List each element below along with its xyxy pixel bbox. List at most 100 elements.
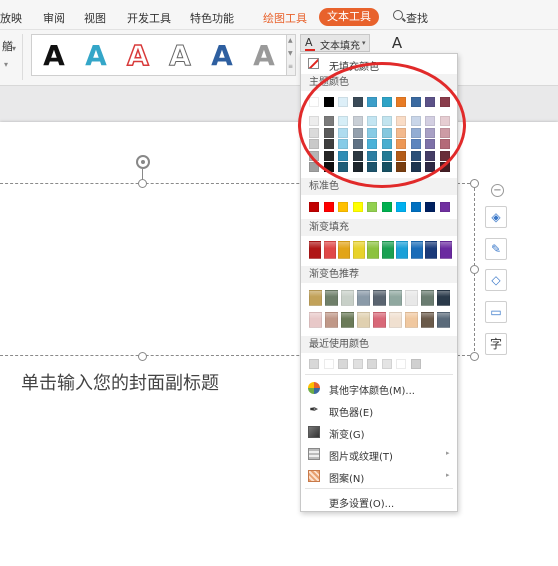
menu-item-label: 图片或纹理(T) [329,452,393,463]
gradient-recommend-swatch[interactable] [309,290,322,306]
gradient-fill-swatch[interactable] [425,241,437,259]
gradient-recommend-swatch[interactable] [389,312,402,328]
gradient-recommend-title: 渐变色推荐 [301,266,457,283]
text-outline-icon[interactable]: A [387,34,407,52]
recent-color-swatch[interactable] [338,359,348,369]
standard-color-swatch[interactable] [338,202,348,212]
gallery-scroll[interactable]: ▲ ▼ ≡ [287,34,296,76]
recent-color-swatch[interactable] [381,359,392,369]
menu-slideshow[interactable]: 放映 [0,10,22,26]
standard-color-swatch[interactable] [367,202,377,212]
gradient-fill-swatch[interactable] [396,241,408,259]
recent-color-swatch[interactable] [309,359,319,369]
more-settings-item[interactable]: 更多设置(O)... [301,490,457,512]
recent-colors-title: 最近使用颜色 [301,336,457,353]
gradient-fill-swatch[interactable] [381,241,394,259]
menu-text-tools-tab[interactable]: 文本工具 [319,8,379,26]
art-style-solid-teal[interactable]: A [80,40,112,72]
standard-color-swatch[interactable] [410,202,421,212]
gradient-recommend-swatch[interactable] [357,290,370,306]
search-icon[interactable] [393,10,403,20]
resize-handle-top[interactable] [138,179,147,188]
standard-color-swatch[interactable] [425,202,435,212]
standard-color-swatch[interactable] [323,202,334,212]
menu-developer-tools[interactable]: 开发工具 [127,10,171,26]
menu-view[interactable]: 视图 [84,10,106,26]
chevron-down-icon[interactable]: ▼ [288,50,293,57]
gradient-recommend-swatch[interactable] [341,312,354,328]
gradient-recommend-swatch[interactable] [437,290,450,306]
recent-color-swatch[interactable] [323,359,334,369]
annotation-circle [298,62,466,188]
picture-icon [308,448,320,460]
expand-icon[interactable]: ≡ [288,63,293,70]
menu-divider [305,374,453,375]
rotate-handle-icon[interactable] [136,155,150,169]
resize-handle-bottom[interactable] [138,352,147,361]
recent-color-swatch[interactable] [396,359,406,369]
recent-color-swatch[interactable] [367,359,377,369]
gradient-fill-swatch[interactable] [352,241,365,259]
gradient-recommend-swatch[interactable] [421,290,434,306]
resize-handle-right[interactable] [470,265,479,274]
gradient-recommend-swatch[interactable] [325,312,338,328]
standard-color-swatch[interactable] [396,202,406,212]
collapse-toolbar-icon[interactable]: − [491,184,504,197]
menu-item-label: 渐变(G) [329,430,365,441]
resize-handle-top-right[interactable] [470,179,479,188]
gradient-fill-swatch[interactable] [309,241,321,259]
gradient-recommend-swatch[interactable] [389,290,402,306]
gradient-recommend-swatch[interactable] [373,312,386,328]
gradient-fill-swatch[interactable] [338,241,350,259]
gradient-recommend-swatch[interactable] [341,290,354,306]
eyedropper-item[interactable]: ✒ 取色器(E) [301,399,457,421]
subtitle-placeholder[interactable]: 单击输入您的封面副标题 [21,369,219,395]
gradient-fill-title: 渐变填充 [301,219,457,236]
menu-review[interactable]: 审阅 [43,10,65,26]
fill-bucket-icon[interactable]: ◇ [485,269,507,291]
menu-special-features[interactable]: 特色功能 [190,10,234,26]
gradient-recommend-swatch[interactable] [405,290,418,306]
art-style-gradient-gray[interactable]: A [248,40,280,72]
outline-icon[interactable]: ▭ [485,301,507,323]
text-character-icon[interactable]: 字 [485,333,507,355]
art-style-solid-blue[interactable]: A [206,40,238,72]
chevron-up-icon[interactable]: ▲ [288,37,293,44]
menu-drawing-tools[interactable]: 绘图工具 [263,10,307,26]
chevron-down-icon[interactable]: ▾ [362,39,366,47]
standard-color-swatch[interactable] [439,202,450,212]
gradient-fill-swatch[interactable] [367,241,379,259]
gradient-recommend-swatch[interactable] [373,290,386,306]
recent-color-swatch[interactable] [410,359,421,369]
pattern-item[interactable]: 图案(N) ▸ [301,465,457,487]
eyedropper-icon: ✒ [309,403,319,416]
menu-item-label: 图案(N) [329,474,365,485]
gradient-recommend-swatch[interactable] [357,312,370,328]
gradient-fill-swatch[interactable] [323,241,336,259]
layers-icon[interactable]: ◈ [485,206,507,228]
resize-handle-bottom-right[interactable] [470,352,479,361]
menu-search[interactable]: 查找 [406,10,428,26]
gradient-recommend-swatch[interactable] [325,290,338,306]
chevron-down-icon[interactable]: ▾ [4,60,8,69]
gradient-recommend-swatch[interactable] [405,312,418,328]
pen-icon[interactable]: ✎ [485,238,507,260]
menu-bar: 放映 审阅 视图 开发工具 特色功能 绘图工具 文本工具 查找 [0,0,558,30]
picture-texture-item[interactable]: 图片或纹理(T) ▸ [301,443,457,465]
gradient-item[interactable]: 渐变(G) [301,421,457,443]
gradient-recommend-swatch[interactable] [309,312,322,328]
recent-color-swatch[interactable] [352,359,363,369]
standard-color-swatch[interactable] [381,202,392,212]
text-fill-button[interactable]: A 文本填充 ▾ [300,34,370,52]
art-style-outline-gray[interactable]: A [164,39,196,72]
gradient-fill-swatch[interactable] [410,241,423,259]
gradient-recommend-swatch[interactable] [421,312,434,328]
gradient-fill-swatch[interactable] [439,241,452,259]
standard-color-swatch[interactable] [352,202,363,212]
gradient-recommend-swatch[interactable] [437,312,450,328]
art-style-solid-black[interactable]: A [38,40,70,72]
standard-color-swatch[interactable] [309,202,319,212]
chevron-down-icon[interactable]: ▾ [12,44,16,53]
more-font-colors-item[interactable]: 其他字体颜色(M)... [301,377,457,399]
art-style-outline-red[interactable]: A [122,39,154,73]
